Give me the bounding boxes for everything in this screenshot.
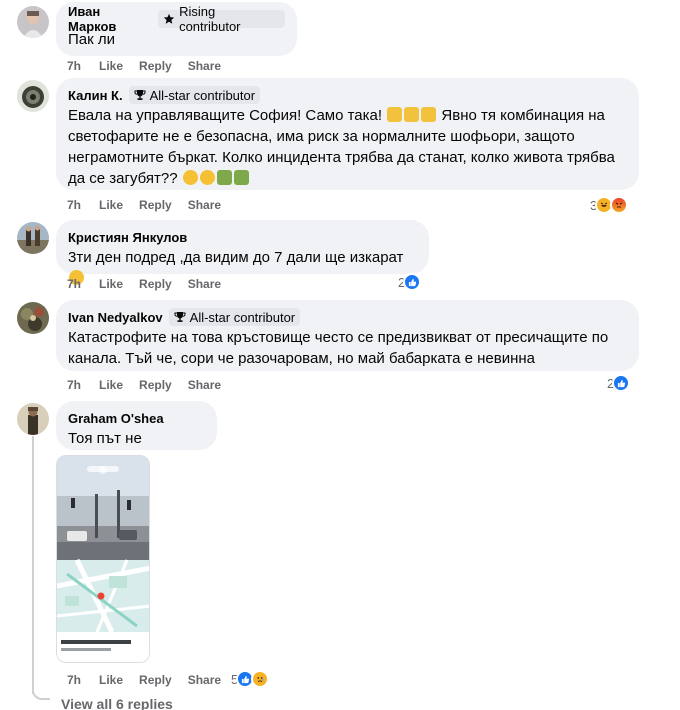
reply-button[interactable]: Reply — [139, 673, 172, 687]
map-streetview-image — [57, 456, 149, 662]
avatar[interactable] — [17, 222, 49, 254]
person-facepalming-icon — [216, 170, 232, 185]
comment-actions: 7h Like Reply Share — [67, 377, 237, 393]
thinking-face-icon — [199, 170, 215, 185]
avatar[interactable] — [17, 80, 49, 112]
like-button[interactable]: Like — [99, 277, 123, 291]
share-button[interactable]: Share — [188, 59, 221, 73]
person-facepalming-icon — [233, 170, 249, 185]
comment-bubble: Graham O'shea Тоя път не познахте — [56, 401, 217, 468]
share-button[interactable]: Share — [188, 198, 221, 212]
share-button[interactable]: Share — [188, 277, 221, 291]
timestamp[interactable]: 7h — [67, 378, 81, 392]
avatar[interactable] — [17, 302, 49, 334]
reaction-summary[interactable]: 2 — [607, 374, 631, 392]
contributor-badge[interactable]: All-star contributor — [128, 86, 261, 104]
like-button[interactable]: Like — [99, 378, 123, 392]
clapping-hands-icon — [387, 107, 403, 122]
comment-actions: 7h Like Reply Share — [67, 197, 237, 213]
attached-screenshot[interactable] — [56, 455, 150, 663]
timestamp[interactable]: 7h — [67, 673, 81, 687]
timestamp[interactable]: 7h — [67, 277, 81, 291]
sad-icon — [251, 670, 270, 688]
author-name[interactable]: Graham O'shea — [68, 411, 164, 426]
reaction-summary[interactable]: 2 — [398, 273, 422, 291]
like-icon — [612, 374, 631, 392]
star-icon — [163, 13, 175, 24]
comment-bubble: Кристиян Янкулов 3ти ден подред ,да види… — [56, 220, 429, 285]
comments-section: Иван Марков Rising contributor Пак ли 7h… — [0, 0, 680, 710]
comment-text: Катастрофите на това кръстовище често се… — [68, 327, 627, 369]
reply-thread-line — [32, 436, 34, 694]
comment-text: Евала на управляващите София! Само така!… — [68, 105, 627, 189]
share-button[interactable]: Share — [188, 378, 221, 392]
trophy-icon — [134, 90, 146, 100]
text-line: канала. Тъй че, сори че разочаровам, но … — [68, 350, 535, 367]
view-all-replies-link[interactable]: View all 6 replies — [61, 696, 173, 710]
comment-bubble: Калин К. All-star contributor Евала на у… — [56, 78, 639, 190]
reply-button[interactable]: Reply — [139, 277, 172, 291]
reply-thread-connector — [32, 686, 50, 700]
contributor-badge[interactable]: Rising contributor — [158, 4, 285, 34]
text-line: да се загубят?? — [68, 170, 178, 187]
avatar[interactable] — [17, 403, 49, 435]
comment-bubble: Ivan Nedyalkov All-star contributor Ката… — [56, 300, 639, 371]
reply-button[interactable]: Reply — [139, 198, 172, 212]
author-name[interactable]: Кристиян Янкулов — [68, 230, 187, 245]
badge-label: All-star contributor — [189, 309, 296, 325]
badge-label: Rising contributor — [179, 4, 241, 34]
text-line: Явно тя комбинация на — [441, 107, 605, 124]
comment-actions: 7h Like Reply Share — [67, 672, 237, 688]
reaction-summary[interactable]: 5 — [231, 670, 270, 688]
timestamp[interactable]: 7h — [67, 198, 81, 212]
comment-actions: 7h Like Reply Share — [67, 58, 237, 74]
text-line: неграмотните бъркат. Колко инцидента тря… — [68, 149, 615, 166]
text-line: светофарите не е безопасна, има риск за … — [68, 128, 575, 145]
trophy-icon — [174, 312, 186, 322]
like-button[interactable]: Like — [99, 198, 123, 212]
contributor-badge[interactable]: All-star contributor — [168, 308, 301, 326]
timestamp[interactable]: 7h — [67, 59, 81, 73]
text-line: Катастрофите на това кръстовище често се… — [68, 329, 609, 346]
text-line: 3ти ден подред ,да видим до 7 дали ще из… — [68, 249, 404, 266]
clapping-hands-icon — [421, 107, 437, 122]
reply-button[interactable]: Reply — [139, 59, 172, 73]
share-button[interactable]: Share — [188, 673, 221, 687]
like-button[interactable]: Like — [99, 673, 123, 687]
text-line: Евала на управляващите София! Само така! — [68, 107, 383, 124]
author-name[interactable]: Ivan Nedyalkov — [68, 310, 163, 325]
author-name[interactable]: Калин К. — [68, 88, 123, 103]
thinking-face-icon — [182, 170, 198, 185]
like-icon — [403, 273, 422, 291]
clapping-hands-icon — [404, 107, 420, 122]
comment-bubble: Иван Марков Rising contributor Пак ли — [56, 2, 297, 56]
comment-actions: 7h Like Reply Share — [67, 276, 237, 292]
badge-label: All-star contributor — [149, 87, 256, 103]
like-button[interactable]: Like — [99, 59, 123, 73]
angry-icon — [610, 196, 629, 214]
reaction-summary[interactable]: 3 — [590, 196, 629, 214]
avatar[interactable] — [17, 6, 49, 38]
reply-button[interactable]: Reply — [139, 378, 172, 392]
